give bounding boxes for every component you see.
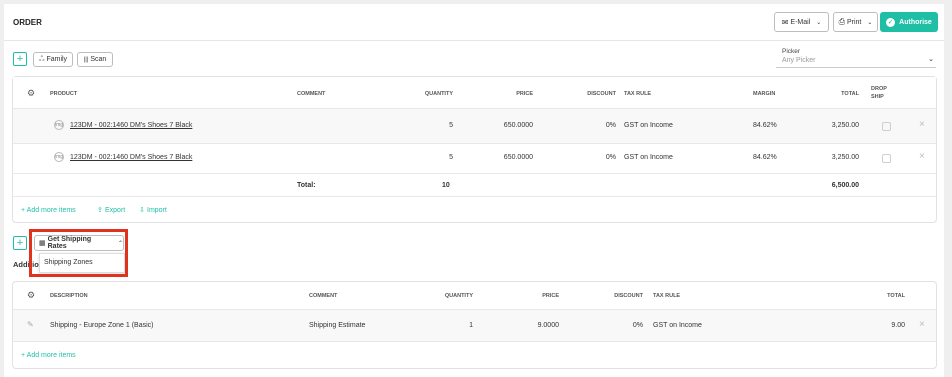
col-total: TOTAL [841, 91, 859, 97]
import-icon: ⇩ [139, 207, 145, 214]
col-price: PRICE [516, 91, 533, 97]
product-image-icon: img [54, 120, 64, 130]
comment-value[interactable]: Shipping Estimate [309, 322, 365, 329]
drop-ship-checkbox[interactable] [882, 154, 891, 163]
authorise-button[interactable]: ✓ Authorise [880, 12, 938, 32]
close-icon[interactable]: × [919, 151, 925, 162]
drop-ship-checkbox[interactable] [882, 122, 891, 131]
charges-header-row: ⚙ DESCRIPTION COMMENT QUANTITY PRICE DIS… [13, 282, 936, 310]
margin-value: 84.62% [753, 122, 777, 129]
col-quantity: QUANTITY [444, 293, 473, 299]
email-button[interactable]: ✉ E-Mail ⌄ [774, 12, 829, 32]
quantity-value[interactable]: 1 [423, 322, 473, 329]
quantity-value[interactable]: 5 [403, 122, 453, 129]
picker-label: Picker [782, 48, 801, 55]
page-header: ORDER ✉ E-Mail ⌄ ⎙ Print ⌄ ✓ Authorise [4, 4, 944, 41]
quantity-value[interactable]: 5 [403, 154, 453, 161]
gear-icon[interactable]: ⚙ [27, 290, 35, 301]
col-comment: COMMENT [309, 293, 338, 299]
total-value: 3,250.00 [831, 154, 859, 161]
items-footer: + Add more items ⇪ Export ⇩ Import [13, 197, 936, 223]
print-button[interactable]: ⎙ Print ⌄ [833, 12, 878, 32]
table-row: img 123DM - 002:1460 DM's Shoes 7 Black … [13, 109, 936, 144]
table-row: ✎ Shipping - Europe Zone 1 (Basic) Shipp… [13, 310, 936, 342]
product-image-icon: img [54, 152, 64, 162]
scan-button[interactable]: ||| Scan [77, 52, 113, 67]
price-value[interactable]: 9.0000 [509, 322, 559, 329]
discount-value[interactable]: 0% [566, 154, 616, 161]
total-quantity: 10 [442, 182, 450, 189]
col-total: TOTAL [887, 293, 905, 299]
table-row: img 123DM - 002:1460 DM's Shoes 7 Black … [13, 144, 936, 174]
col-product: PRODUCT [50, 91, 78, 97]
product-link[interactable]: 123DM - 002:1460 DM's Shoes 7 Black [70, 154, 192, 161]
export-link[interactable]: Export [105, 207, 125, 214]
discount-value[interactable]: 0% [593, 322, 643, 329]
close-icon[interactable]: × [919, 319, 925, 330]
discount-value[interactable]: 0% [566, 122, 616, 129]
import-link[interactable]: Import [147, 207, 167, 214]
col-tax-rule: TAX RULE [653, 293, 681, 299]
description-value[interactable]: Shipping - Europe Zone 1 (Basic) [50, 322, 154, 329]
additional-charges-panel: ⚙ DESCRIPTION COMMENT QUANTITY PRICE DIS… [12, 281, 937, 369]
col-quantity: QUANTITY [424, 91, 453, 97]
chevron-down-icon: ⌄ [816, 19, 822, 26]
total-label: Total: [297, 182, 316, 189]
total-value: 3,250.00 [831, 122, 859, 129]
highlight-box [29, 229, 128, 277]
chevron-down-icon: ⌄ [867, 19, 873, 26]
picker-select[interactable]: Picker Any Picker ⌄ [776, 48, 936, 68]
col-description: DESCRIPTION [50, 293, 88, 299]
col-discount: DISCOUNT [614, 293, 643, 299]
mail-icon: ✉ [781, 17, 789, 27]
total-row: Total: 10 6,500.00 [13, 174, 936, 197]
tax-rule-value[interactable]: GST on Income [624, 154, 673, 161]
product-link[interactable]: 123DM - 002:1460 DM's Shoes 7 Black [70, 122, 192, 129]
barcode-icon: ||| [83, 56, 89, 63]
gear-icon[interactable]: ⚙ [27, 88, 35, 99]
tax-rule-value[interactable]: GST on Income [624, 122, 673, 129]
order-items-panel: ⚙ PRODUCT COMMENT QUANTITY PRICE DISCOUN… [12, 76, 937, 223]
add-more-charges-link[interactable]: + Add more items [21, 352, 76, 359]
col-comment: COMMENT [297, 91, 326, 97]
total-amount: 6,500.00 [831, 182, 859, 189]
col-tax-rule: TAX RULE [624, 91, 652, 97]
col-margin: MARGIN [753, 91, 776, 97]
check-circle-icon: ✓ [886, 17, 896, 27]
tax-rule-value[interactable]: GST on Income [653, 322, 702, 329]
charges-footer: + Add more items [13, 342, 936, 368]
margin-value: 84.62% [753, 154, 777, 161]
family-button[interactable]: ஃ Family [33, 52, 73, 67]
col-price: PRICE [542, 293, 559, 299]
export-icon: ⇪ [97, 207, 103, 214]
col-drop-ship: DROP SHIP [871, 86, 887, 100]
chevron-down-icon: ⌄ [928, 56, 934, 63]
items-header-row: ⚙ PRODUCT COMMENT QUANTITY PRICE DISCOUN… [13, 77, 936, 109]
add-item-button[interactable]: + [13, 52, 27, 66]
pencil-icon[interactable]: ✎ [27, 320, 34, 329]
close-icon[interactable]: × [919, 119, 925, 130]
add-more-items-link[interactable]: + Add more items [21, 207, 76, 214]
col-discount: DISCOUNT [587, 91, 616, 97]
picker-value: Any Picker [782, 57, 816, 64]
add-charge-button[interactable]: + [13, 236, 27, 250]
price-value[interactable]: 650.0000 [483, 122, 533, 129]
page-title: ORDER [13, 18, 42, 27]
order-page: ORDER ✉ E-Mail ⌄ ⎙ Print ⌄ ✓ Authorise +… [4, 4, 944, 377]
printer-icon: ⎙ [838, 17, 845, 26]
price-value[interactable]: 650.0000 [483, 154, 533, 161]
total-value: 9.00 [891, 322, 905, 329]
family-icon: ஃ [38, 56, 45, 63]
